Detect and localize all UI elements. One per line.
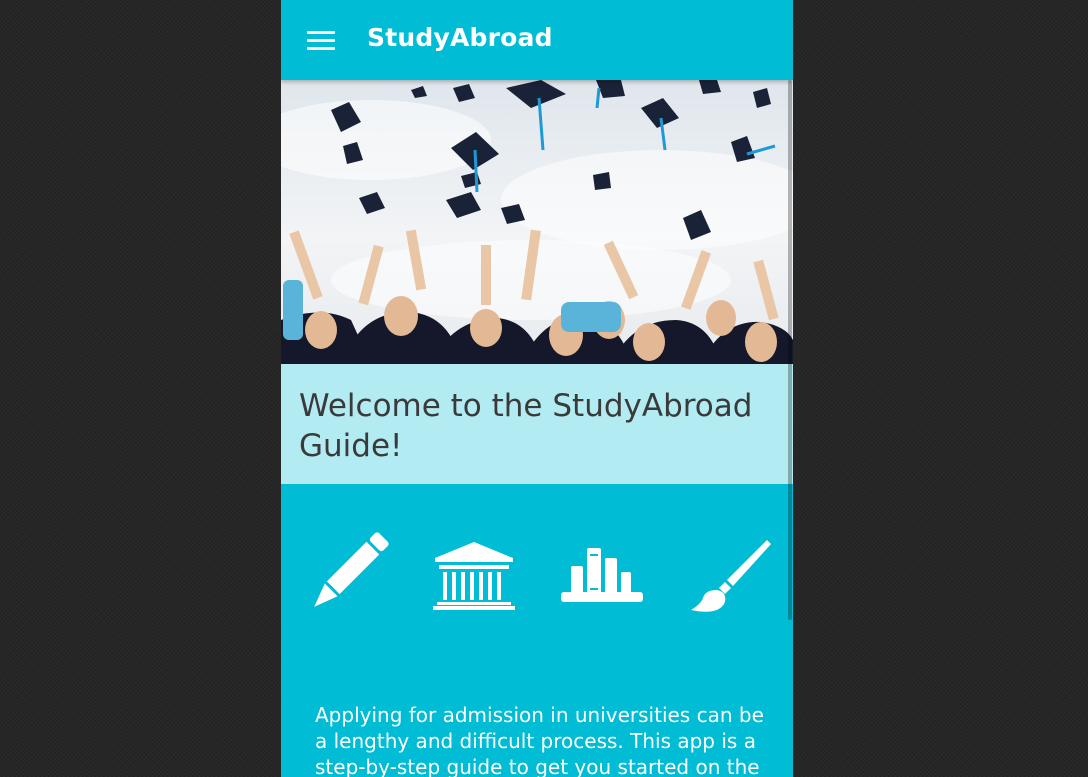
university-building-icon[interactable] xyxy=(429,530,519,620)
scrollbar[interactable] xyxy=(788,80,792,620)
app-title: StudyAbroad xyxy=(367,23,553,52)
intro-text: Applying for admission in universities c… xyxy=(315,703,764,777)
pencil-icon[interactable] xyxy=(301,530,391,620)
books-icon[interactable] xyxy=(557,530,647,620)
app-bar: StudyAbroad xyxy=(281,0,793,80)
feature-icon-row xyxy=(281,530,793,620)
hamburger-menu-icon[interactable] xyxy=(307,31,335,51)
app-screen: StudyAbroad Welcome to the StudyAbroad G… xyxy=(281,0,793,777)
welcome-banner: Welcome to the StudyAbroad Guide! xyxy=(281,364,793,484)
paintbrush-icon[interactable] xyxy=(685,530,775,620)
welcome-heading: Welcome to the StudyAbroad Guide! xyxy=(299,388,753,464)
hero-image xyxy=(281,80,793,364)
